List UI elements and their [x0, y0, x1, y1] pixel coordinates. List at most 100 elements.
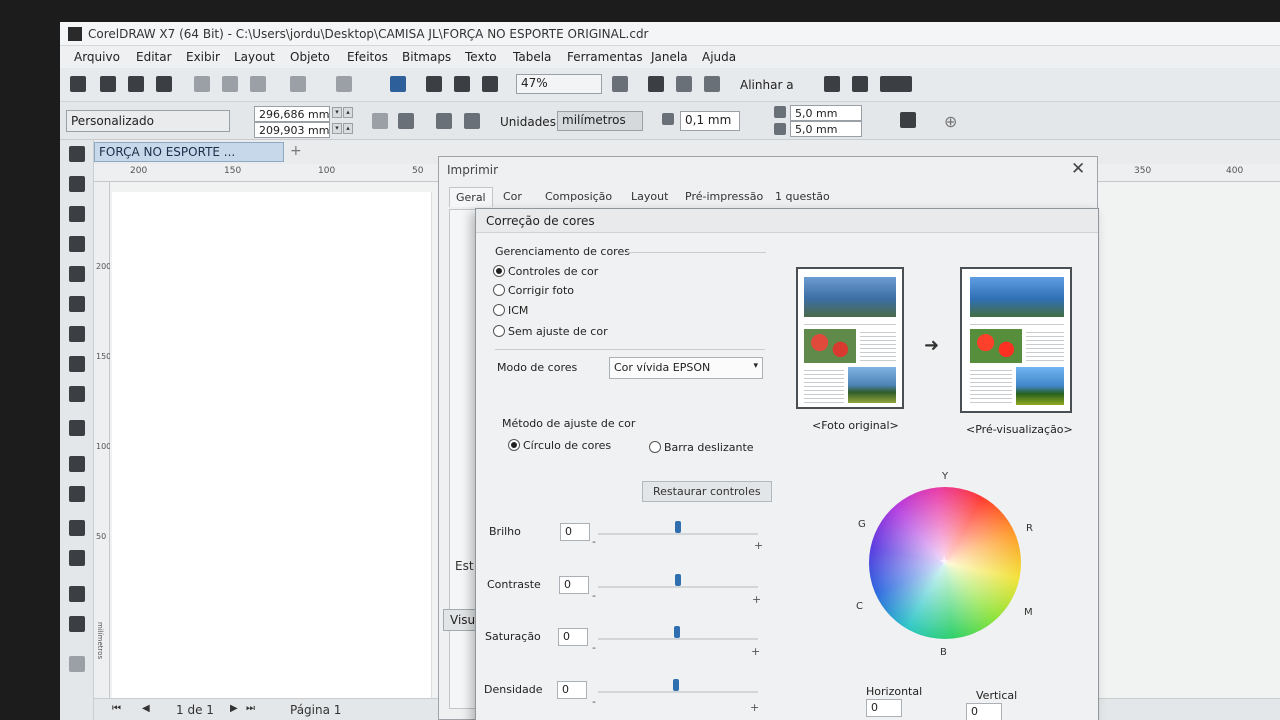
shape-tool-icon[interactable]	[69, 176, 85, 192]
portrait-icon[interactable]	[372, 113, 388, 129]
prev-page-icon[interactable]: ◀	[142, 703, 150, 714]
show-guidelines-icon[interactable]	[704, 76, 720, 92]
drop-shadow-icon[interactable]	[69, 520, 85, 536]
menu-exibir[interactable]: Exibir	[186, 50, 220, 64]
next-page-icon[interactable]: ▶	[230, 703, 238, 714]
height-spin-up[interactable]: ▴	[343, 123, 353, 134]
saturation-value[interactable]: 0	[558, 628, 588, 646]
new-document-icon[interactable]	[70, 76, 86, 92]
menu-janela[interactable]: Janela	[651, 50, 688, 64]
contrast-value[interactable]: 0	[559, 576, 589, 594]
page-name-tab[interactable]: Página 1	[290, 703, 341, 717]
radio-icm[interactable]	[493, 304, 505, 316]
saturation-track[interactable]	[598, 638, 758, 640]
duplicate-x-field[interactable]: 5,0 mm	[790, 105, 862, 121]
menu-arquivo[interactable]: Arquivo	[74, 50, 120, 64]
polygon-tool-icon[interactable]	[69, 386, 85, 402]
brightness-slider-thumb[interactable]	[675, 521, 681, 533]
density-value[interactable]: 0	[557, 681, 587, 699]
save-icon[interactable]	[128, 76, 144, 92]
density-track[interactable]	[598, 691, 758, 693]
freehand-tool-icon[interactable]	[69, 266, 85, 282]
print-icon[interactable]	[156, 76, 172, 92]
units-combo[interactable]: milímetros	[557, 111, 643, 131]
page-width-field[interactable]: 296,686 mm	[254, 106, 330, 122]
color-wheel[interactable]: +	[869, 487, 1021, 639]
artistic-media-icon[interactable]	[69, 296, 85, 312]
pick-tool-icon[interactable]	[69, 146, 85, 162]
text-tool-icon[interactable]	[69, 420, 85, 436]
new-tab-icon[interactable]: +	[290, 143, 302, 159]
saturation-slider-thumb[interactable]	[674, 626, 680, 638]
radio-controles-de-cor[interactable]	[493, 265, 505, 277]
page-preset-combo[interactable]: Personalizado	[66, 110, 230, 132]
close-icon[interactable]: ✕	[1071, 159, 1085, 179]
menu-ajuda[interactable]: Ajuda	[702, 50, 736, 64]
options-icon[interactable]	[852, 76, 868, 92]
menu-tabela[interactable]: Tabela	[513, 50, 551, 64]
tab-composicao[interactable]: Composição	[539, 187, 618, 207]
paste-icon[interactable]	[250, 76, 266, 92]
rectangle-tool-icon[interactable]	[69, 326, 85, 342]
add-tool-icon[interactable]	[69, 656, 85, 672]
tab-issues[interactable]: 1 questão	[769, 187, 836, 207]
export-icon[interactable]	[454, 76, 470, 92]
first-page-icon[interactable]: ⏮	[112, 703, 121, 714]
brightness-value[interactable]: 0	[560, 523, 590, 541]
zoom-tool-icon[interactable]	[69, 236, 85, 252]
crop-tool-icon[interactable]	[69, 206, 85, 222]
connector-tool-icon[interactable]	[69, 486, 85, 502]
current-page-icon[interactable]	[464, 113, 480, 129]
horizontal-value[interactable]: 0	[866, 699, 902, 717]
height-spin-down[interactable]: ▾	[332, 123, 342, 134]
parallel-dimension-icon[interactable]	[69, 456, 85, 472]
menu-efeitos[interactable]: Efeitos	[347, 50, 388, 64]
import-icon[interactable]	[426, 76, 442, 92]
radio-circulo-de-cores[interactable]	[508, 439, 520, 451]
tab-geral[interactable]: Geral	[449, 187, 493, 207]
radio-barra-deslizante[interactable]	[649, 441, 661, 453]
brightness-track[interactable]	[598, 533, 758, 535]
redo-icon[interactable]	[336, 76, 352, 92]
add-icon[interactable]: ⊕	[944, 112, 957, 131]
menu-objeto[interactable]: Objeto	[290, 50, 330, 64]
eyedropper-icon[interactable]	[69, 586, 85, 602]
duplicate-y-field[interactable]: 5,0 mm	[790, 121, 862, 137]
menu-layout[interactable]: Layout	[234, 50, 275, 64]
page-height-field[interactable]: 209,903 mm	[254, 122, 330, 138]
open-icon[interactable]	[100, 76, 116, 92]
radio-corrigir-foto[interactable]	[493, 284, 505, 296]
cut-icon[interactable]	[194, 76, 210, 92]
copy-icon[interactable]	[222, 76, 238, 92]
landscape-icon[interactable]	[398, 113, 414, 129]
contrast-track[interactable]	[598, 586, 758, 588]
wheel-center-marker[interactable]: +	[939, 554, 949, 568]
width-spin-up[interactable]: ▴	[343, 107, 353, 118]
vertical-value[interactable]: 0	[966, 703, 1002, 720]
radio-sem-ajuste[interactable]	[493, 325, 505, 337]
treat-as-filled-icon[interactable]	[900, 112, 916, 128]
full-screen-preview-icon[interactable]	[612, 76, 628, 92]
ellipse-tool-icon[interactable]	[69, 356, 85, 372]
show-rulers-icon[interactable]	[648, 76, 664, 92]
menu-editar[interactable]: Editar	[136, 50, 172, 64]
undo-icon[interactable]	[290, 76, 306, 92]
publish-pdf-icon[interactable]	[482, 76, 498, 92]
show-grid-icon[interactable]	[676, 76, 692, 92]
all-pages-icon[interactable]	[436, 113, 452, 129]
restore-controls-button[interactable]: Restaurar controles	[642, 481, 772, 502]
tab-pre-impressao[interactable]: Pré-impressão	[679, 187, 769, 207]
document-tab[interactable]: FORÇA NO ESPORTE ...	[94, 142, 284, 162]
color-mode-select[interactable]: Cor vívida EPSON ▾	[609, 357, 763, 379]
align-to-label[interactable]: Alinhar a	[740, 78, 794, 92]
tab-layout[interactable]: Layout	[625, 187, 674, 207]
width-spin-down[interactable]: ▾	[332, 107, 342, 118]
document-page[interactable]	[112, 192, 432, 702]
tab-cor[interactable]: Cor	[497, 187, 528, 207]
density-slider-thumb[interactable]	[673, 679, 679, 691]
menu-ferramentas[interactable]: Ferramentas	[567, 50, 643, 64]
customize-icon[interactable]	[892, 76, 912, 92]
interactive-fill-icon[interactable]	[69, 616, 85, 632]
zoom-level-combo[interactable]: 47%	[516, 74, 602, 94]
search-content-icon[interactable]	[390, 76, 406, 92]
